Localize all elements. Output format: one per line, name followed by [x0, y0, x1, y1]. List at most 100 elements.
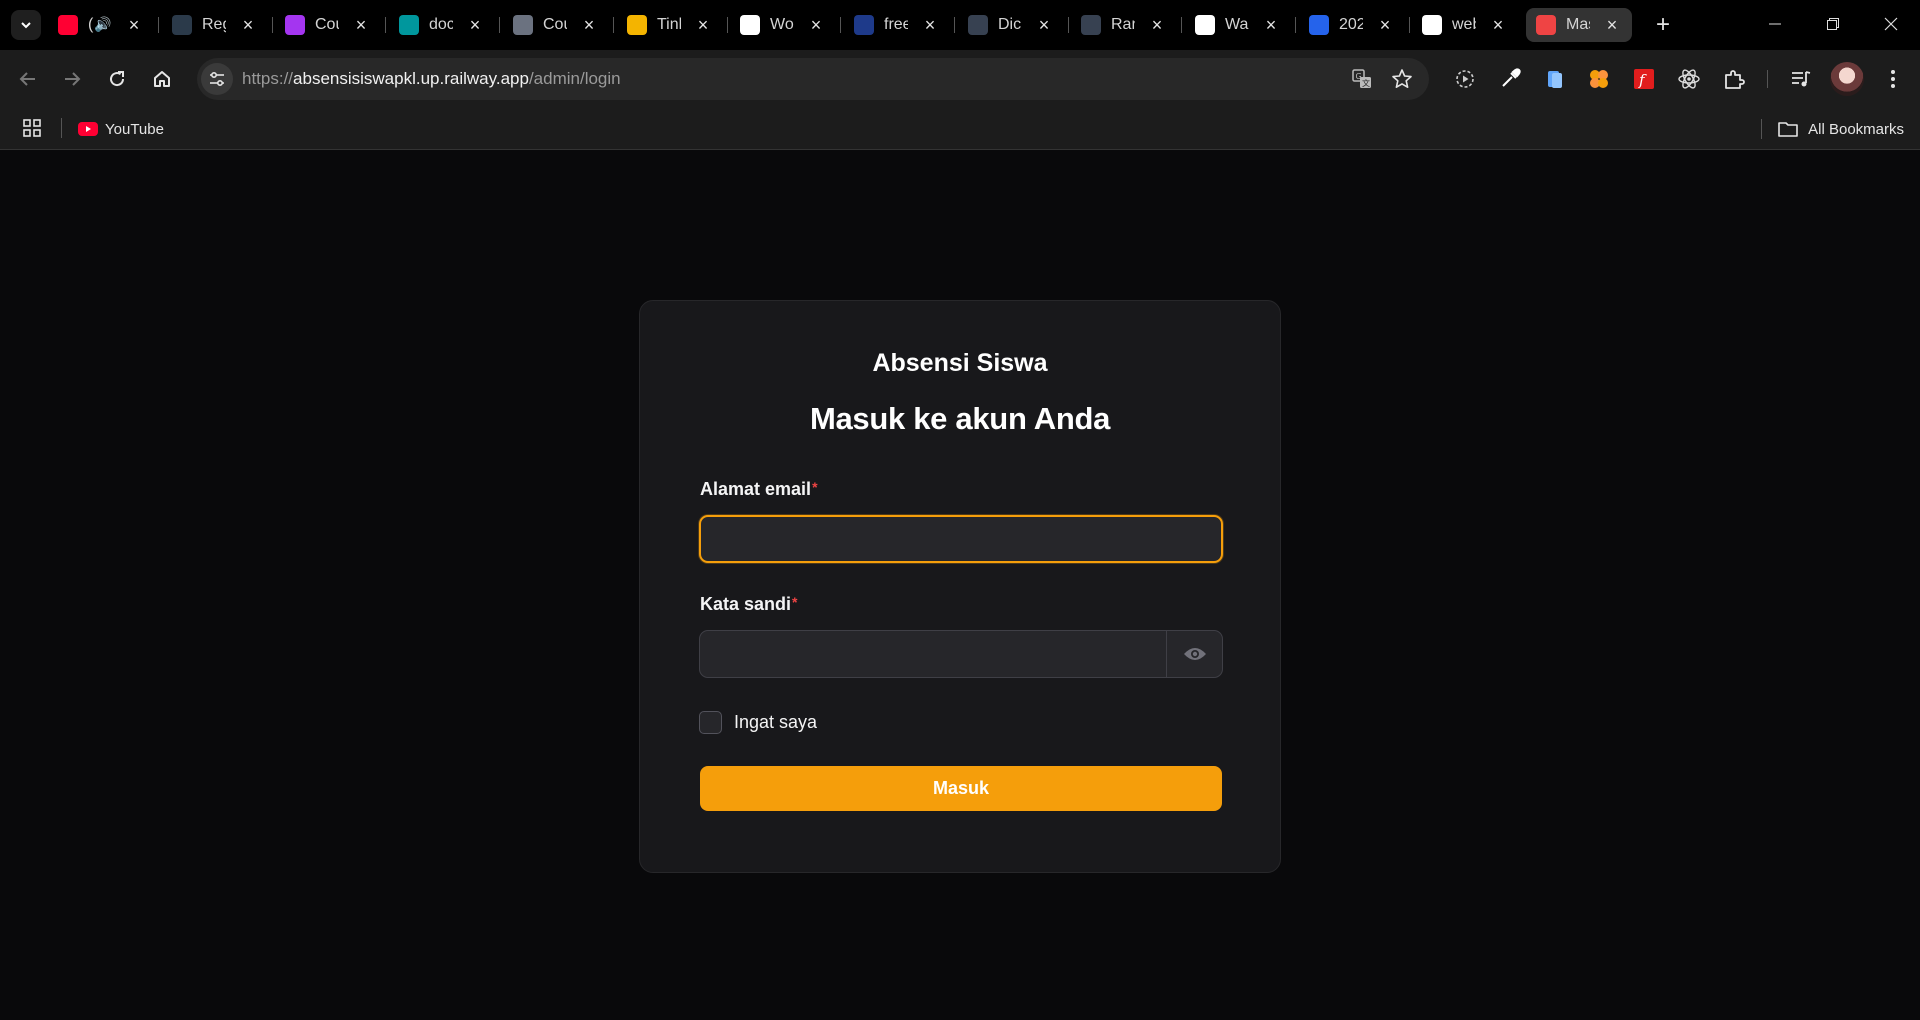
close-tab-icon[interactable]: ×	[579, 15, 599, 35]
remember-me-checkbox[interactable]	[699, 710, 722, 734]
browser-tab[interactable]: 🔊(×	[48, 8, 154, 42]
browser-tab[interactable]: Tink ×	[617, 8, 723, 42]
star-icon	[1392, 69, 1412, 88]
tab-separator	[840, 17, 841, 33]
close-tab-icon[interactable]: ×	[1602, 15, 1622, 35]
close-tab-icon[interactable]: ×	[351, 15, 371, 35]
udemy-icon	[285, 15, 305, 35]
tab-separator	[1295, 17, 1296, 33]
page-title: Masuk ke akun Anda	[809, 401, 1111, 436]
close-tab-icon[interactable]: ×	[124, 15, 144, 35]
browser-tab[interactable]: web ×	[1412, 8, 1518, 42]
close-tab-icon[interactable]: ×	[1261, 15, 1281, 35]
minimize-button[interactable]	[1746, 0, 1804, 48]
remember-me[interactable]: Ingat saya	[699, 710, 817, 734]
browser-tab[interactable]: Reg ×	[162, 8, 268, 42]
youtube-icon	[58, 15, 78, 35]
wikipedia-icon	[740, 15, 760, 35]
reload-button[interactable]	[99, 61, 135, 97]
close-tab-icon[interactable]: ×	[1147, 15, 1167, 35]
react-devtools-extension[interactable]	[1675, 65, 1703, 93]
close-tab-icon[interactable]: ×	[920, 15, 940, 35]
url-scheme: https://	[242, 69, 294, 88]
tinkercad-icon	[627, 15, 647, 35]
translate-icon: G文	[1352, 69, 1371, 88]
laravel-icon	[1536, 15, 1556, 35]
extensions-button[interactable]	[1720, 65, 1748, 93]
url-text[interactable]: https://absensisiswapkl.up.railway.app/a…	[242, 69, 621, 89]
bookmark-label: YouTube	[105, 120, 164, 138]
arrow-left-icon	[19, 72, 35, 86]
login-button[interactable]: Masuk	[700, 766, 1222, 811]
browser-tab[interactable]: Ran ×	[1071, 8, 1177, 42]
translate-button[interactable]: G文	[1350, 67, 1374, 91]
restore-icon	[1827, 18, 1839, 30]
bookmark-star-button[interactable]	[1390, 67, 1414, 91]
close-icon	[1884, 17, 1898, 31]
tab-title: Tink	[657, 16, 681, 33]
browser-tab[interactable]: Wo ×	[730, 8, 836, 42]
new-tab-button[interactable]: +	[1648, 10, 1678, 40]
youtube-icon	[78, 122, 98, 136]
speaker-icon[interactable]: 🔊	[94, 16, 111, 33]
tab-search-button[interactable]	[11, 10, 41, 40]
password-label-text: Kata sandi	[700, 594, 792, 614]
browser-tab[interactable]: Cou ×	[275, 8, 381, 42]
show-password-button[interactable]	[1166, 631, 1222, 677]
tab-title: 202	[1339, 16, 1363, 33]
browser-tab[interactable]: Mas ×	[1526, 8, 1632, 42]
browser-tab[interactable]: doc ×	[389, 8, 495, 42]
media-controls-button[interactable]	[1787, 65, 1815, 93]
apps-button[interactable]	[20, 116, 44, 140]
close-tab-icon[interactable]: ×	[693, 15, 713, 35]
eyedropper-extension[interactable]	[1496, 65, 1524, 93]
cookie-icon	[1590, 70, 1608, 88]
minimize-icon	[1769, 23, 1781, 25]
browser-tab[interactable]: Dic ×	[958, 8, 1064, 42]
browser-tab[interactable]: Cou ×	[503, 8, 609, 42]
circle-icon	[1422, 15, 1442, 35]
browser-tab[interactable]: War ×	[1185, 8, 1291, 42]
back-button[interactable]	[10, 61, 46, 97]
browser-menu-button[interactable]	[1879, 65, 1907, 93]
cookie-extension[interactable]	[1585, 65, 1613, 93]
site-info-button[interactable]	[201, 63, 233, 95]
required-indicator: *	[792, 594, 798, 610]
docs-extension[interactable]	[1541, 65, 1569, 93]
close-tab-icon[interactable]: ×	[806, 15, 826, 35]
close-tab-icon[interactable]: ×	[465, 15, 485, 35]
close-tab-icon[interactable]: ×	[238, 15, 258, 35]
bookmarks-divider	[61, 118, 62, 138]
folder-icon	[1778, 122, 1798, 137]
tab-separator	[1068, 17, 1069, 33]
tab-title: Wo	[770, 16, 794, 33]
globe-icon	[513, 15, 533, 35]
tab-title: Ran	[1111, 16, 1135, 33]
address-bar[interactable]: https://absensisiswapkl.up.railway.app/a…	[197, 58, 1429, 100]
email-field[interactable]	[701, 517, 1221, 561]
email-label-text: Alamat email	[700, 479, 812, 499]
home-icon	[154, 71, 170, 87]
extension-media-button[interactable]	[1451, 65, 1479, 93]
all-bookmarks-button[interactable]: All Bookmarks	[1761, 116, 1904, 142]
password-field[interactable]	[700, 631, 1166, 677]
flash-extension[interactable]: f	[1630, 65, 1658, 93]
bookmarks-bar: YouTube All Bookmarks	[0, 108, 1920, 150]
profile-avatar[interactable]	[1830, 62, 1864, 96]
close-window-button[interactable]	[1862, 0, 1920, 48]
tab-strip: 🔊(× Reg × Cou × doc × Cou × Tink × Wo × free × Dic × Ran ×…	[0, 0, 1920, 50]
home-button[interactable]	[144, 61, 180, 97]
restore-button[interactable]	[1804, 0, 1862, 48]
tab-title: Cou	[543, 16, 567, 33]
page-content: Absensi Siswa Masuk ke akun Anda Alamat …	[0, 151, 1920, 1020]
forward-button[interactable]	[54, 61, 90, 97]
browser-tab[interactable]: 202 ×	[1299, 8, 1405, 42]
toolbar-divider	[1767, 70, 1768, 88]
tab-title: Mas	[1566, 16, 1590, 33]
close-tab-icon[interactable]: ×	[1034, 15, 1054, 35]
close-tab-icon[interactable]: ×	[1488, 15, 1508, 35]
browser-tab[interactable]: free ×	[844, 8, 950, 42]
bookmark-youtube[interactable]: YouTube	[78, 116, 164, 142]
sparkle-icon	[172, 15, 192, 35]
close-tab-icon[interactable]: ×	[1375, 15, 1395, 35]
